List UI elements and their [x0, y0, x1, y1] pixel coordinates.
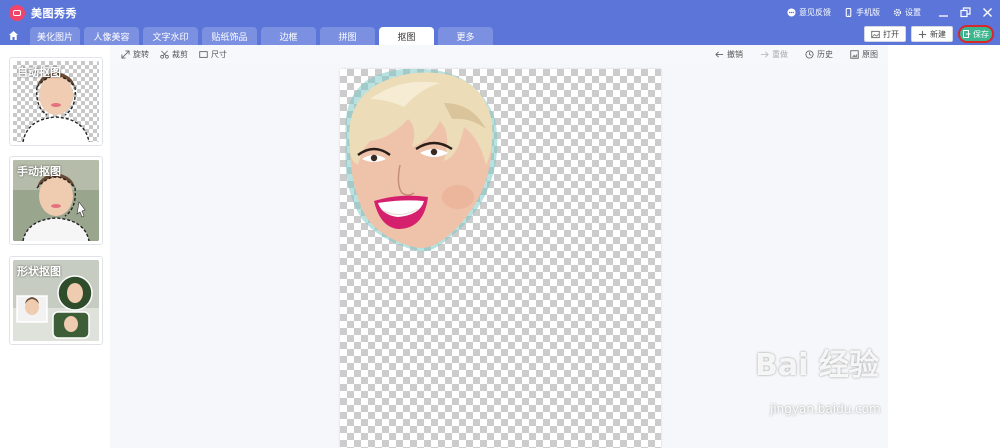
phone-icon [845, 8, 852, 17]
auto-cutout-card[interactable]: 自动抠图 [9, 57, 103, 146]
settings-link[interactable]: 设置 [893, 7, 921, 18]
minimize-icon [938, 15, 948, 17]
history-tool[interactable]: 历史 [805, 49, 833, 60]
redo-label: 重做 [772, 49, 788, 59]
cutout-canvas[interactable] [340, 69, 661, 448]
new-button[interactable]: 新建 [911, 26, 953, 42]
tab-collage[interactable]: 拼图 [320, 27, 375, 45]
export-icon [963, 30, 971, 38]
open-button[interactable]: 打开 [864, 26, 906, 42]
feedback-label: 意见反馈 [799, 8, 831, 17]
picture-icon [850, 49, 859, 59]
redo-arrow-icon [760, 50, 769, 58]
home-button[interactable] [2, 25, 24, 45]
scissors-icon [160, 50, 169, 59]
tab-text-watermark[interactable]: 文字水印 [143, 27, 198, 45]
close-button[interactable] [978, 4, 996, 22]
gear-icon [893, 8, 902, 17]
app-logo-icon [9, 4, 25, 21]
tab-cutout[interactable]: 抠图 [379, 27, 434, 45]
open-label: 打开 [883, 29, 899, 39]
settings-label: 设置 [905, 8, 921, 17]
tab-frame[interactable]: 边框 [261, 27, 316, 45]
title-bar: 美图秀秀 意见反馈 手机版 设置 [0, 0, 1000, 25]
canvas-area [110, 63, 888, 448]
rotate-icon [121, 49, 130, 59]
undo-label: 撤销 [727, 49, 743, 59]
original-label: 原图 [862, 49, 878, 59]
mobile-label: 手机版 [856, 8, 880, 17]
rotate-label: 旋转 [133, 49, 149, 59]
size-label: 尺寸 [211, 49, 227, 59]
close-icon [982, 8, 992, 17]
auto-cutout-label: 自动抠图 [17, 66, 61, 79]
undo-tool[interactable]: 撤销 [715, 49, 743, 60]
mobile-link[interactable]: 手机版 [844, 7, 880, 18]
baidu-watermark-url: jingyan.baidu.com [770, 402, 881, 416]
manual-cutout-label: 手动抠图 [17, 165, 61, 178]
tab-more[interactable]: 更多 [438, 27, 493, 45]
shape-cutout-card[interactable]: 形状抠图 [9, 256, 103, 345]
app-title: 美图秀秀 [31, 6, 77, 20]
image-icon [871, 30, 880, 38]
chat-icon [787, 8, 796, 17]
history-label: 历史 [817, 49, 833, 59]
feedback-link[interactable]: 意见反馈 [787, 7, 831, 18]
cutout-mode-panel: 自动抠图 手动抠图 形状抠图 [0, 45, 110, 448]
redo-tool[interactable]: 重做 [760, 49, 788, 60]
crop-label: 裁剪 [172, 49, 188, 59]
tab-portrait[interactable]: 人像美容 [84, 27, 139, 45]
cutout-subject [345, 69, 498, 252]
tab-bar: 美化图片 人像美容 文字水印 贴纸饰品 边框 拼图 抠图 更多 打开 新建 保存 [0, 25, 1000, 45]
save-label: 保存 [973, 29, 989, 39]
rotate-tool[interactable]: 旋转 [121, 49, 149, 60]
undo-arrow-icon [715, 50, 724, 58]
restore-icon [959, 7, 971, 18]
original-tool[interactable]: 原图 [850, 49, 878, 60]
home-icon [8, 30, 18, 40]
tab-stickers[interactable]: 贴纸饰品 [202, 27, 257, 45]
crop-tool[interactable]: 裁剪 [160, 49, 188, 60]
minimize-button[interactable] [934, 4, 952, 22]
baidu-watermark: Bai 经验 [755, 348, 879, 383]
tab-beautify[interactable]: 美化图片 [30, 27, 80, 45]
shape-cutout-label: 形状抠图 [17, 265, 61, 278]
manual-cutout-card[interactable]: 手动抠图 [9, 156, 103, 245]
right-panel [888, 45, 1000, 448]
plus-icon [918, 30, 927, 38]
size-tool[interactable]: 尺寸 [199, 49, 227, 60]
clock-icon [805, 49, 814, 59]
restore-button[interactable] [956, 4, 974, 22]
new-label: 新建 [930, 29, 946, 39]
edit-toolbar: 旋转 裁剪 尺寸 撤销 重做 历史 原图 [110, 45, 888, 63]
resize-icon [199, 50, 208, 58]
save-button[interactable]: 保存 [958, 25, 994, 43]
